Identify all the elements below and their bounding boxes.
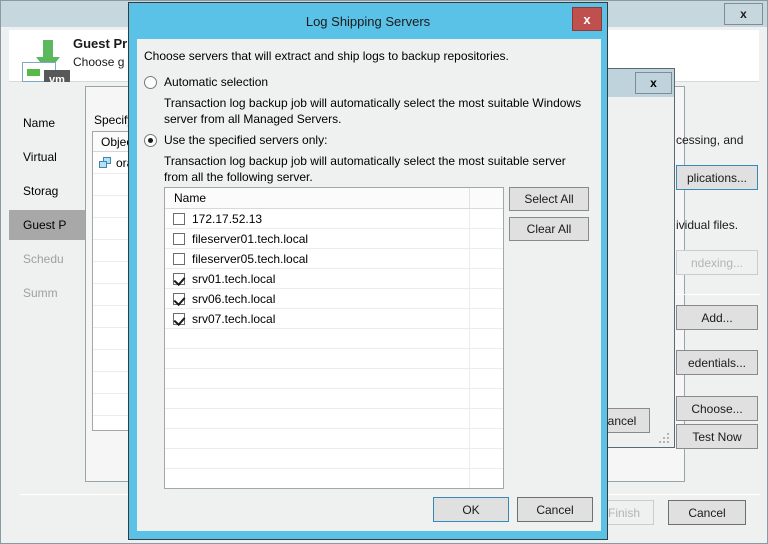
listbox-rows: 172.17.52.13 fileserver01.tech.local fil… <box>165 209 503 488</box>
list-item-empty <box>165 409 503 429</box>
close-icon[interactable]: x <box>572 7 602 31</box>
server-name: srv06.tech.local <box>192 291 276 306</box>
checkbox-icon[interactable] <box>173 272 185 285</box>
background-window-close-icon[interactable]: x <box>724 3 763 25</box>
sidebar-item-guest-processing[interactable]: Guest P <box>9 210 85 240</box>
wizard-subtitle: Choose g <box>73 55 125 69</box>
applications-button[interactable]: plications... <box>676 165 758 190</box>
list-item-empty <box>165 429 503 449</box>
test-now-button[interactable]: Test Now <box>676 424 758 449</box>
list-item-spacer <box>470 269 503 288</box>
list-item[interactable]: srv07.tech.local <box>165 309 503 329</box>
sidebar-item-schedule[interactable]: Schedu <box>9 244 85 274</box>
list-item-spacer <box>470 249 503 268</box>
vm-download-icon: vm <box>22 40 70 89</box>
specified-servers-description: Transaction log backup job will automati… <box>164 154 566 184</box>
wizard-title: Guest Pr <box>73 36 128 51</box>
credentials-button[interactable]: edentials... <box>676 350 758 375</box>
server-name: fileserver05.tech.local <box>192 251 309 266</box>
radio-label-automatic: Automatic selection <box>164 75 269 89</box>
automatic-selection-description: Transaction log backup job will automati… <box>164 96 582 126</box>
list-item-spacer <box>470 209 503 228</box>
list-item-empty <box>165 469 503 488</box>
add-credentials-button[interactable]: Add... <box>676 305 758 330</box>
processing-text: cessing, and <box>676 133 744 147</box>
column-header-name: Name <box>165 188 470 208</box>
list-item[interactable]: srv01.tech.local <box>165 269 503 289</box>
radio-icon-specified[interactable] <box>144 133 157 147</box>
server-name: 172.17.52.13 <box>192 211 263 226</box>
clear-all-button[interactable]: Clear All <box>509 217 589 241</box>
cancel-button[interactable]: Cancel <box>517 497 593 522</box>
radio-automatic-selection[interactable]: Automatic selection <box>144 75 268 89</box>
list-item-empty <box>165 449 503 469</box>
dialog-footer-strip <box>129 531 607 539</box>
individual-files-text: ividual files. <box>676 218 739 232</box>
checkbox-icon[interactable] <box>173 312 185 325</box>
sidebar-item-storage[interactable]: Storag <box>9 176 85 206</box>
dialog-title: Log Shipping Servers <box>129 3 607 39</box>
list-item-empty <box>165 369 503 389</box>
checkbox-icon[interactable] <box>173 252 185 265</box>
list-item-spacer <box>470 309 503 328</box>
cancel-button[interactable]: Cancel <box>668 500 746 525</box>
resize-grip-icon[interactable] <box>659 433 671 445</box>
choose-button[interactable]: Choose... <box>676 396 758 421</box>
wizard-sidebar: Name Virtual Storag Guest P Schedu Summ <box>9 82 85 488</box>
checkbox-icon[interactable] <box>173 212 185 225</box>
checkbox-icon[interactable] <box>173 292 185 305</box>
list-item[interactable]: fileserver01.tech.local <box>165 229 503 249</box>
log-shipping-servers-dialog: Log Shipping Servers x Choose servers th… <box>128 2 608 540</box>
dialog-intro-text: Choose servers that will extract and shi… <box>144 49 509 63</box>
list-item-spacer <box>470 289 503 308</box>
sidebar-item-virtual[interactable]: Virtual <box>9 142 85 172</box>
column-header-spacer <box>470 188 503 208</box>
server-name: srv01.tech.local <box>192 271 276 286</box>
indexing-button: ndexing... <box>676 250 758 275</box>
server-name: fileserver01.tech.local <box>192 231 309 246</box>
list-item-spacer <box>470 229 503 248</box>
sidebar-item-summary[interactable]: Summ <box>9 278 85 308</box>
select-all-button[interactable]: Select All <box>509 187 589 211</box>
list-item[interactable]: fileserver05.tech.local <box>165 249 503 269</box>
middle-dialog-close-icon[interactable]: x <box>635 72 672 94</box>
ok-button[interactable]: OK <box>433 497 509 522</box>
list-item[interactable]: srv06.tech.local <box>165 289 503 309</box>
list-item-empty <box>165 349 503 369</box>
listbox-header: Name <box>165 188 503 209</box>
radio-icon-automatic[interactable] <box>144 75 157 89</box>
servers-listbox[interactable]: Name 172.17.52.13 fileserver01.tech.loca… <box>164 187 504 489</box>
vm-object-icon <box>99 156 113 169</box>
radio-label-specified: Use the specified servers only: <box>164 133 328 147</box>
list-item-empty <box>165 389 503 409</box>
sidebar-item-name[interactable]: Name <box>9 108 85 138</box>
dialog-body: Choose servers that will extract and shi… <box>137 39 601 533</box>
server-name: srv07.tech.local <box>192 311 276 326</box>
divider <box>676 294 760 295</box>
list-item-empty <box>165 329 503 349</box>
checkbox-icon[interactable] <box>173 232 185 245</box>
list-item[interactable]: 172.17.52.13 <box>165 209 503 229</box>
radio-specified-servers[interactable]: Use the specified servers only: <box>144 133 327 147</box>
